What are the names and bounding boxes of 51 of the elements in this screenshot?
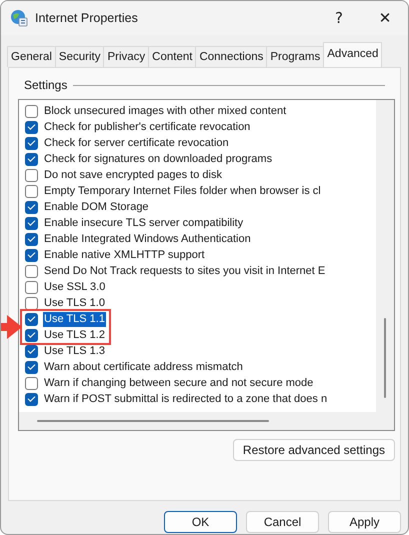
setting-label[interactable]: Use TLS 1.2 bbox=[43, 328, 106, 342]
checkbox[interactable] bbox=[25, 312, 38, 326]
dialog-button[interactable]: Apply bbox=[328, 511, 401, 533]
checkbox[interactable] bbox=[25, 264, 38, 278]
checkbox[interactable] bbox=[25, 344, 38, 358]
scrollbar-thumb[interactable] bbox=[37, 420, 269, 422]
setting-label[interactable]: Send Do Not Track requests to sites you visit in Internet E bbox=[43, 264, 326, 278]
tab[interactable]: Advanced bbox=[323, 42, 382, 67]
checkbox[interactable] bbox=[25, 104, 38, 118]
checkbox[interactable] bbox=[25, 232, 38, 246]
checkbox[interactable] bbox=[25, 360, 38, 374]
tab[interactable]: General bbox=[7, 46, 56, 67]
setting-label[interactable]: Enable insecure TLS server compatibility bbox=[43, 216, 244, 230]
setting-label[interactable]: Use TLS 1.1 bbox=[43, 312, 106, 326]
setting-label[interactable]: Use TLS 1.0 bbox=[43, 296, 106, 310]
dialog-button[interactable]: Cancel bbox=[246, 511, 319, 533]
checkbox[interactable] bbox=[25, 248, 38, 262]
window-title: Internet Properties bbox=[35, 11, 139, 25]
checkbox[interactable] bbox=[25, 184, 38, 198]
checkbox[interactable] bbox=[25, 168, 38, 182]
checkbox[interactable] bbox=[25, 216, 38, 230]
globe-icon bbox=[10, 9, 28, 27]
setting-label[interactable]: Use TLS 1.3 bbox=[43, 344, 106, 358]
checkbox[interactable] bbox=[25, 296, 38, 310]
close-button[interactable]: ✕ bbox=[362, 1, 408, 35]
checkbox[interactable] bbox=[25, 280, 38, 294]
setting-label[interactable]: Check for publisher's certificate revocation bbox=[43, 120, 252, 134]
checkbox[interactable] bbox=[25, 328, 38, 342]
checkbox[interactable] bbox=[25, 392, 38, 406]
setting-label[interactable]: Do not save encrypted pages to disk bbox=[43, 168, 223, 182]
dialog-button[interactable]: OK bbox=[164, 511, 237, 533]
setting-label[interactable]: Empty Temporary Internet Files folder when browser is cl bbox=[43, 184, 322, 198]
setting-label[interactable]: Check for server certificate revocation bbox=[43, 136, 230, 150]
setting-label[interactable]: Warn if POST submittal is redirected to a zone that does n bbox=[43, 392, 328, 406]
setting-label[interactable]: Enable DOM Storage bbox=[43, 200, 150, 214]
setting-label[interactable]: Warn about certificate address mismatch bbox=[43, 360, 244, 374]
setting-label[interactable]: Enable Integrated Windows Authentication bbox=[43, 232, 252, 246]
group-heading: Settings bbox=[24, 78, 68, 92]
scrollbar-thumb[interactable] bbox=[384, 318, 386, 398]
checkbox[interactable] bbox=[25, 200, 38, 214]
setting-label[interactable]: Warn if changing between secure and not secure mode bbox=[43, 376, 314, 390]
checkbox[interactable] bbox=[25, 376, 38, 390]
setting-label[interactable]: Check for signatures on downloaded programs bbox=[43, 152, 274, 166]
setting-label[interactable]: Block unsecured images with other mixed content bbox=[43, 104, 288, 118]
checkbox[interactable] bbox=[25, 120, 38, 134]
setting-label[interactable]: Use SSL 3.0 bbox=[43, 280, 106, 294]
setting-label[interactable]: Enable native XMLHTTP support bbox=[43, 248, 206, 262]
restore-button[interactable]: Restore advanced settings bbox=[232, 439, 395, 461]
checkbox[interactable] bbox=[25, 136, 38, 150]
help-button[interactable]: ? bbox=[316, 1, 362, 35]
checkbox[interactable] bbox=[25, 152, 38, 166]
